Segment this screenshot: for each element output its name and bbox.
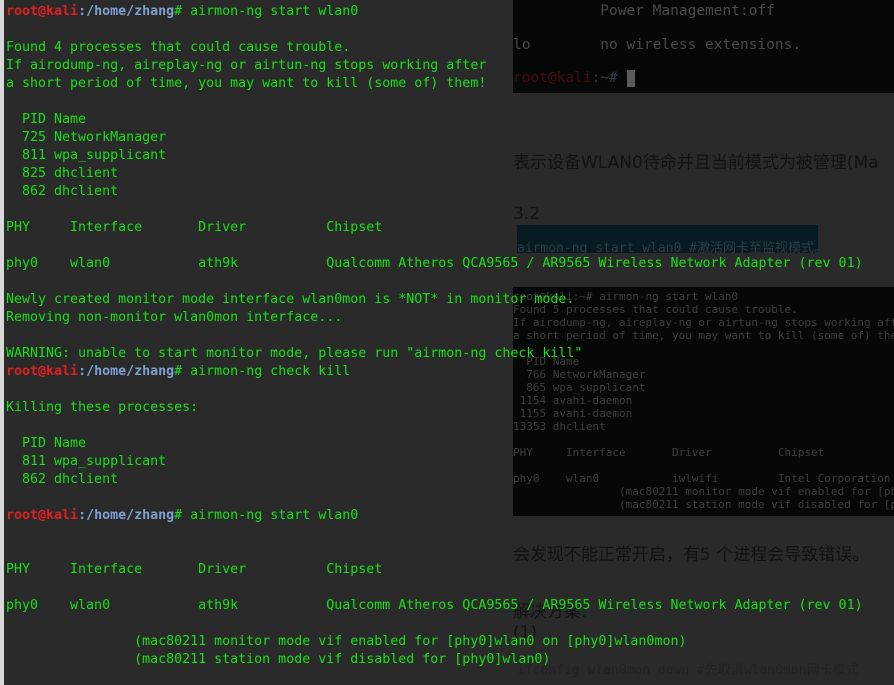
terminal-text: phy0 wlan0 ath9k Qualcomm Atheros QCA956…: [6, 256, 863, 271]
terminal-text: a short period of time, you may want to …: [6, 76, 487, 91]
prompt-user: root@kali: [6, 4, 79, 19]
terminal-text: # airmon-ng start wlan0: [174, 508, 359, 523]
terminal-text: Removing non-monitor wlan0mon interface.…: [6, 310, 343, 325]
terminal-line: Found 4 processes that could cause troub…: [6, 39, 863, 57]
terminal-line: PHY Interface Driver Chipset: [6, 219, 863, 237]
terminal-line: phy0 wlan0 ath9k Qualcomm Atheros QCA956…: [6, 597, 863, 615]
terminal-line: 825 dhclient: [6, 165, 863, 183]
terminal-text: 862 dhclient: [6, 472, 119, 487]
prompt-path: :/home/zhang: [78, 4, 175, 19]
terminal-line: PID Name: [6, 111, 863, 129]
window-edge: [0, 0, 4, 685]
terminal-line: 725 NetworkManager: [6, 129, 863, 147]
terminal-line: root@kali:/home/zhang# airmon-ng start w…: [6, 507, 863, 525]
terminal-text: Killing these processes:: [6, 400, 199, 415]
terminal-line: Killing these processes:: [6, 399, 863, 417]
terminal-text: PHY Interface Driver Chipset: [6, 562, 383, 577]
terminal-text: If airodump-ng, aireplay-ng or airtun-ng…: [6, 58, 487, 73]
terminal-line: 811 wpa_supplicant: [6, 453, 863, 471]
prompt-path: :/home/zhang: [78, 364, 175, 379]
terminal-text: phy0 wlan0 ath9k Qualcomm Atheros QCA956…: [6, 598, 863, 613]
terminal-text: 825 dhclient: [6, 166, 119, 181]
terminal-text: Newly created monitor mode interface wla…: [6, 292, 575, 307]
terminal-text: (mac80211 monitor mode vif enabled for […: [6, 634, 687, 649]
terminal-line: 862 dhclient: [6, 183, 863, 201]
terminal-text: 811 wpa_supplicant: [6, 148, 167, 163]
prompt-user: root@kali: [6, 508, 79, 523]
terminal-line: 862 dhclient: [6, 471, 863, 489]
prompt-path: :/home/zhang: [78, 508, 175, 523]
terminal-line: PID Name: [6, 435, 863, 453]
terminal-text: 725 NetworkManager: [6, 130, 167, 145]
terminal-line: root@kali:/home/zhang# airmon-ng check k…: [6, 363, 863, 381]
terminal-text: PID Name: [6, 436, 87, 451]
terminal-output[interactable]: root@kali:/home/zhang# airmon-ng start w…: [6, 3, 863, 669]
terminal-line: Newly created monitor mode interface wla…: [6, 291, 863, 309]
prompt-user: root@kali: [6, 364, 79, 379]
terminal-text: Found 4 processes that could cause troub…: [6, 40, 351, 55]
terminal-line: phy0 wlan0 ath9k Qualcomm Atheros QCA956…: [6, 255, 863, 273]
terminal-text: WARNING: unable to start monitor mode, p…: [6, 346, 583, 361]
terminal-line: (mac80211 station mode vif disabled for …: [6, 651, 863, 669]
terminal-text: (mac80211 station mode vif disabled for …: [6, 652, 551, 667]
terminal-text: 811 wpa_supplicant: [6, 454, 167, 469]
terminal-line: a short period of time, you may want to …: [6, 75, 863, 93]
terminal-line: 811 wpa_supplicant: [6, 147, 863, 165]
terminal-line: PHY Interface Driver Chipset: [6, 561, 863, 579]
terminal-line: (mac80211 monitor mode vif enabled for […: [6, 633, 863, 651]
terminal-text: 862 dhclient: [6, 184, 119, 199]
terminal-line: Removing non-monitor wlan0mon interface.…: [6, 309, 863, 327]
terminal-line: If airodump-ng, aireplay-ng or airtun-ng…: [6, 57, 863, 75]
terminal-text: PID Name: [6, 112, 87, 127]
terminal-text: # airmon-ng check kill: [174, 364, 351, 379]
terminal-line: root@kali:/home/zhang# airmon-ng start w…: [6, 3, 863, 21]
terminal-line: WARNING: unable to start monitor mode, p…: [6, 345, 863, 363]
terminal-text: PHY Interface Driver Chipset: [6, 220, 383, 235]
terminal-text: # airmon-ng start wlan0: [174, 4, 359, 19]
